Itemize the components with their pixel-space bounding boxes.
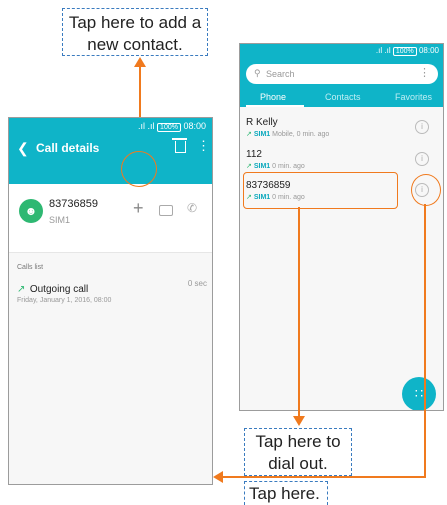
calls-list-label: Calls list	[17, 264, 44, 271]
status-bar: .ıl .ıl 100% 08:00	[138, 121, 206, 132]
callout-dial-out: Tap here to dial out.	[244, 428, 352, 476]
highlight-add-contact	[121, 151, 157, 187]
outgoing-arrow-icon: ↗	[246, 131, 252, 138]
status-time: 08:00	[183, 121, 206, 131]
status-time: 08:00	[418, 46, 439, 55]
arrow-dial-out	[298, 207, 300, 418]
sim-label: SIM1	[253, 131, 271, 138]
status-bar: .ıl .ıl 100% 08:00	[375, 46, 439, 56]
call-date: Friday, January 1, 2016, 08:00	[17, 297, 112, 304]
info-icon[interactable]: i	[415, 152, 429, 166]
callout-add-contact-text: Tap here to add a new contact.	[68, 13, 202, 54]
delete-icon[interactable]	[175, 141, 186, 153]
search-icon: ⚲	[254, 68, 261, 78]
search-bar[interactable]: ⚲ Search ⋮	[246, 64, 438, 84]
avatar: ☻	[19, 199, 43, 223]
highlight-call-row	[243, 172, 398, 209]
contact-card: ☻ 83736859 SIM1 + ✆	[9, 184, 212, 253]
search-input[interactable]: Search	[266, 69, 295, 79]
arrow-info-vertical	[424, 204, 426, 477]
sim-label: SIM1	[253, 163, 271, 170]
list-item[interactable]: R Kelly ↗ SIM1 Mobile, 0 min. ago i	[246, 117, 437, 138]
list-item[interactable]: 112 ↗ SIM1 0 min. ago i	[246, 149, 437, 170]
arrowhead-left-icon	[213, 471, 223, 483]
add-contact-icon[interactable]: +	[133, 198, 144, 219]
caller-name: R Kelly	[246, 117, 278, 128]
signal-icon: .ıl .ıl	[138, 121, 155, 131]
callout-tap-here: Tap here.	[244, 481, 328, 505]
page-title: Call details	[36, 141, 100, 155]
signal-icon: .ıl .ıl	[375, 46, 391, 55]
call-duration: 0 sec	[187, 279, 207, 288]
info-icon[interactable]: i	[415, 120, 429, 134]
contact-number: 83736859	[49, 198, 98, 210]
dialpad-button[interactable]: ∷	[402, 377, 436, 410]
back-icon[interactable]: ❮	[17, 140, 29, 157]
call-type: Outgoing call	[29, 284, 89, 295]
call-log-entry[interactable]: ↗ Outgoing call Friday, January 1, 2016,…	[17, 279, 207, 305]
outgoing-arrow-icon: ↗	[246, 163, 252, 170]
tab-favorites[interactable]: Favorites	[395, 92, 432, 102]
battery-icon: 100%	[157, 123, 181, 132]
right-phone-screen: .ıl .ıl 100% 08:00 ⚲ Search ⋮ Phone Cont…	[239, 43, 444, 411]
more-options-icon[interactable]: ⋮	[419, 66, 430, 79]
caller-name: 112	[246, 149, 262, 160]
call-list: R Kelly ↗ SIM1 Mobile, 0 min. ago i 112 …	[240, 107, 443, 410]
call-detail-line: ↗ SIM1 Mobile, 0 min. ago	[246, 130, 437, 138]
contact-sim: SIM1	[49, 215, 71, 225]
outgoing-arrow-icon: ↗	[17, 284, 26, 295]
call-detail-line: ↗ SIM1 0 min. ago	[246, 162, 437, 170]
arrowhead-down-icon	[293, 416, 305, 426]
tab-phone[interactable]: Phone	[260, 92, 286, 102]
delete-icon-lid	[172, 138, 187, 140]
callout-tap-here-text: Tap here.	[249, 484, 320, 503]
battery-icon: 100%	[392, 47, 417, 56]
dialer-header: .ıl .ıl 100% 08:00 ⚲ Search ⋮ Phone Cont…	[240, 44, 443, 107]
arrowhead-up-icon	[134, 57, 146, 67]
message-icon[interactable]	[159, 205, 173, 216]
call-icon[interactable]: ✆	[187, 201, 197, 215]
call-details-header: .ıl .ıl 100% 08:00 ❮ Call details ⋮	[9, 118, 212, 184]
tab-contacts[interactable]: Contacts	[325, 92, 361, 102]
highlight-info	[411, 174, 441, 206]
callout-add-contact: Tap here to add a new contact.	[62, 8, 208, 56]
callout-dial-out-text: Tap here to dial out.	[255, 432, 341, 473]
more-options-icon[interactable]: ⋮	[197, 139, 210, 152]
left-phone-screen: .ıl .ıl 100% 08:00 ❮ Call details ⋮ ☻ 83…	[8, 117, 213, 485]
arrow-info-horizontal	[222, 476, 426, 478]
call-detail: 0 min. ago	[272, 163, 305, 170]
call-detail: Mobile, 0 min. ago	[272, 131, 330, 138]
